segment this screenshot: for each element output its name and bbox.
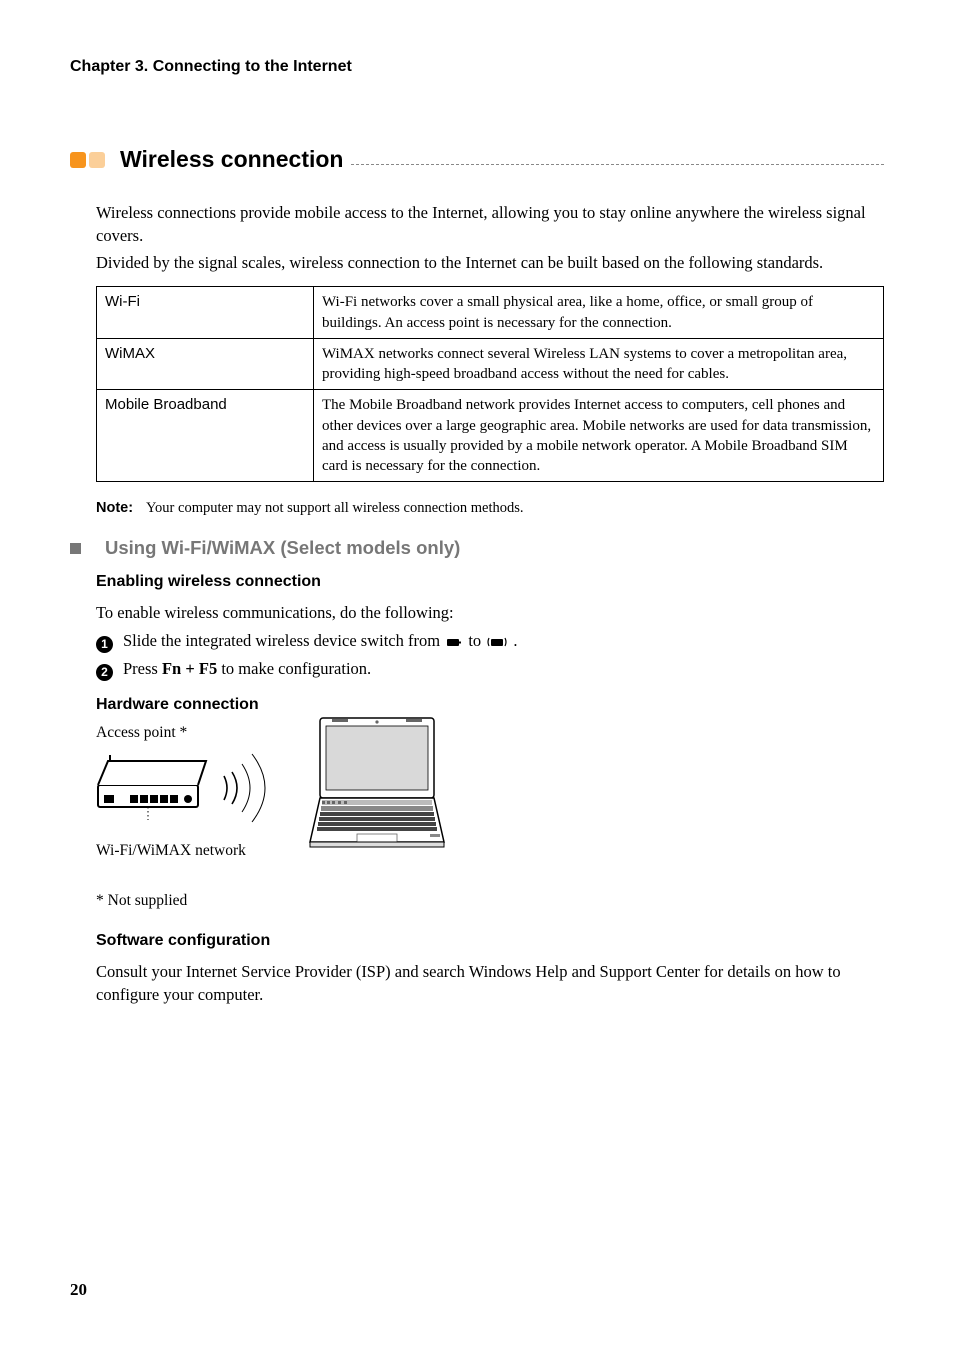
step-2-text-b: to make configuration. — [217, 659, 371, 678]
wireless-waves-icon — [212, 748, 272, 828]
table-row: Mobile Broadband The Mobile Broadband ne… — [97, 390, 884, 482]
bullet-box-primary — [70, 152, 86, 168]
subsection-title: Using Wi-Fi/WiMAX (Select models only) — [105, 537, 460, 559]
table-cell-left: Mobile Broadband — [97, 390, 314, 482]
bullet-box-secondary — [89, 152, 105, 168]
router-icon — [96, 755, 216, 820]
chapter-title: Chapter 3. Connecting to the Internet — [70, 58, 884, 76]
table-cell-left: WiMAX — [97, 338, 314, 390]
square-bullet-icon — [70, 543, 81, 554]
step-1-text-c: . — [513, 631, 517, 650]
table-row: WiMAX WiMAX networks connect several Wir… — [97, 338, 884, 390]
note-label: Note: — [96, 500, 142, 516]
footnote-not-supplied: * Not supplied — [96, 892, 884, 910]
note-text: Your computer may not support all wirele… — [146, 500, 523, 516]
enable-intro-text: To enable wireless communications, do th… — [96, 601, 884, 624]
software-config-text: Consult your Internet Service Provider (… — [96, 960, 884, 1006]
step-2: 2 Press Fn + F5 to make configuration. — [96, 656, 884, 682]
table-cell-right: The Mobile Broadband network provides In… — [314, 390, 884, 482]
table-cell-right: WiMAX networks connect several Wireless … — [314, 338, 884, 390]
laptop-icon — [302, 714, 452, 854]
table-row: Wi-Fi Wi-Fi networks cover a small physi… — [97, 287, 884, 339]
note-row: Note: Your computer may not support all … — [96, 500, 884, 517]
access-point-label: Access point * — [96, 724, 272, 742]
step-2-key: Fn + F5 — [162, 659, 217, 678]
heading-hardware: Hardware connection — [96, 696, 884, 714]
section-heading-row: Wireless connection — [70, 146, 884, 173]
subsection-heading-row: Using Wi-Fi/WiMAX (Select models only) — [70, 537, 884, 559]
heading-software: Software configuration — [96, 932, 884, 950]
intro-paragraph-2: Divided by the signal scales, wireless c… — [96, 251, 884, 274]
heading-enable: Enabling wireless connection — [96, 573, 884, 591]
standards-table: Wi-Fi Wi-Fi networks cover a small physi… — [96, 286, 884, 482]
section-title: Wireless connection — [120, 146, 343, 173]
table-cell-right: Wi-Fi networks cover a small physical ar… — [314, 287, 884, 339]
wireless-off-icon — [446, 630, 462, 656]
hardware-diagram: Access point * — [96, 724, 884, 860]
step-1-text-a: Slide the integrated wireless device swi… — [123, 631, 444, 650]
step-2-text-a: Press — [123, 659, 162, 678]
network-label: Wi-Fi/WiMAX network — [96, 842, 272, 860]
wireless-on-icon — [487, 630, 507, 656]
step-1-text-b: to — [468, 631, 485, 650]
intro-paragraph-1: Wireless connections provide mobile acce… — [96, 201, 884, 247]
step-bullet-2-icon: 2 — [96, 664, 113, 681]
page-number: 20 — [70, 1280, 87, 1300]
step-bullet-1-icon: 1 — [96, 636, 113, 653]
section-rule-line — [351, 163, 884, 165]
step-1: 1 Slide the integrated wireless device s… — [96, 628, 884, 656]
table-cell-left: Wi-Fi — [97, 287, 314, 339]
